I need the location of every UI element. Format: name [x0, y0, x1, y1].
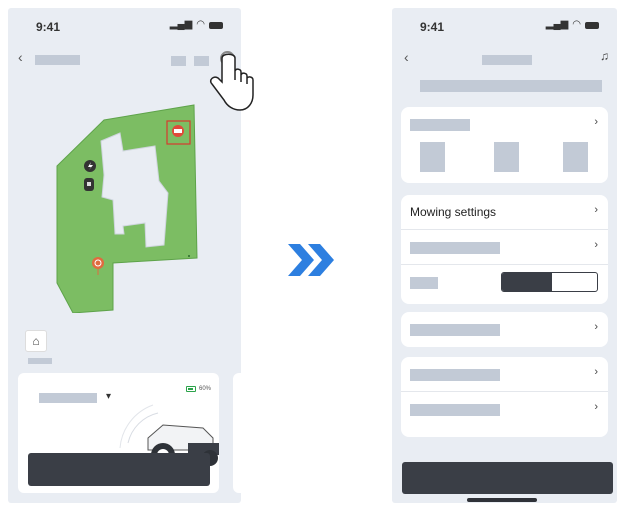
status-icons: ▂▄▆ ◠ — [170, 20, 223, 30]
mowing-option-placeholder — [410, 242, 500, 254]
nav-action-1[interactable] — [171, 56, 186, 66]
status-time: 9:41 — [420, 20, 445, 34]
device-tile-1[interactable] — [420, 142, 445, 172]
home-caption-placeholder — [28, 358, 52, 364]
single-option-row[interactable]: › — [401, 312, 608, 347]
wifi-icon: ◠ — [196, 19, 205, 30]
chevron-down-icon[interactable]: ▾ — [106, 391, 111, 402]
mowing-card: Mowing settings › › — [401, 195, 608, 304]
chevron-right-icon[interactable]: › — [594, 239, 598, 251]
page-title-placeholder — [35, 55, 80, 65]
battery-status: 60% — [185, 386, 211, 392]
mowing-toggle-placeholder — [410, 277, 438, 289]
chevron-right-icon[interactable]: › — [594, 204, 598, 216]
back-icon[interactable]: ‹ — [404, 50, 409, 64]
device-tile-2[interactable] — [494, 142, 519, 172]
status-bar: 9:41 ▂▄▆ ◠ — [8, 8, 241, 38]
extra-option-placeholder-1 — [410, 369, 500, 381]
charging-station-icon — [84, 160, 96, 172]
extra-option-row-1[interactable]: › — [401, 357, 608, 392]
chevron-right-icon[interactable]: › — [594, 401, 598, 413]
comparison-screenshot: 9:41 ▂▄▆ ◠ ‹ ⌂ ▾ 60% 9:41 ▂▄▆ ◠ ‹ ♫ › Mo… — [0, 0, 619, 509]
mowing-settings-row[interactable]: Mowing settings › — [401, 195, 608, 230]
extra-option-row-2[interactable]: › — [401, 392, 608, 427]
extra-options-card: › › — [401, 357, 608, 437]
status-bar: 9:41 ▂▄▆ ◠ — [392, 8, 617, 38]
mowing-toggle-row — [401, 265, 608, 300]
subtitle-placeholder — [420, 80, 602, 92]
mode-toggle[interactable] — [501, 272, 598, 292]
primary-action-button[interactable] — [402, 462, 613, 494]
single-option-placeholder — [410, 324, 500, 336]
battery-level-icon — [185, 386, 196, 392]
next-card-peek — [233, 373, 241, 493]
chevron-right-icon[interactable]: › — [594, 366, 598, 378]
mower-icon — [84, 178, 94, 191]
page-title-placeholder — [482, 55, 532, 65]
device-tile-3[interactable] — [563, 142, 588, 172]
wifi-icon: ◠ — [572, 19, 581, 30]
signal-icon: ▂▄▆ — [169, 19, 193, 30]
back-icon[interactable]: ‹ — [18, 50, 23, 64]
hand-pointer-icon — [209, 53, 254, 111]
home-indicator — [467, 498, 537, 502]
chevron-right-icon[interactable]: › — [594, 116, 598, 128]
mowing-option-row[interactable]: › — [401, 230, 608, 265]
device-card: › — [401, 107, 608, 183]
status-time: 9:41 — [36, 20, 61, 34]
settings-screen: 9:41 ▂▄▆ ◠ ‹ ♫ › Mowing settings › › › ›… — [392, 8, 617, 503]
extra-option-placeholder-2 — [410, 404, 500, 416]
mower-card[interactable]: ▾ 60% — [18, 373, 219, 493]
toggle-selected-segment — [502, 273, 552, 291]
double-chevron-right-icon — [288, 244, 334, 276]
chevron-right-icon[interactable]: › — [594, 321, 598, 333]
home-icon: ⌂ — [32, 334, 40, 348]
status-icons: ▂▄▆ ◠ — [546, 20, 599, 30]
home-button[interactable]: ⌂ — [25, 330, 47, 352]
battery-text: 60% — [198, 386, 211, 392]
lawn-map[interactable] — [53, 103, 203, 313]
nav-bar: ‹ ♫ — [392, 46, 617, 70]
mower-name-placeholder — [39, 393, 97, 403]
battery-icon — [585, 21, 599, 29]
battery-icon — [209, 21, 223, 29]
mowing-settings-label: Mowing settings — [410, 205, 497, 219]
signal-icon: ▂▄▆ — [545, 19, 569, 30]
support-headset-icon[interactable]: ♫ — [600, 49, 609, 63]
device-card-title-placeholder — [410, 119, 470, 131]
single-option-card: › — [401, 312, 608, 347]
mower-action-button[interactable] — [28, 453, 210, 486]
